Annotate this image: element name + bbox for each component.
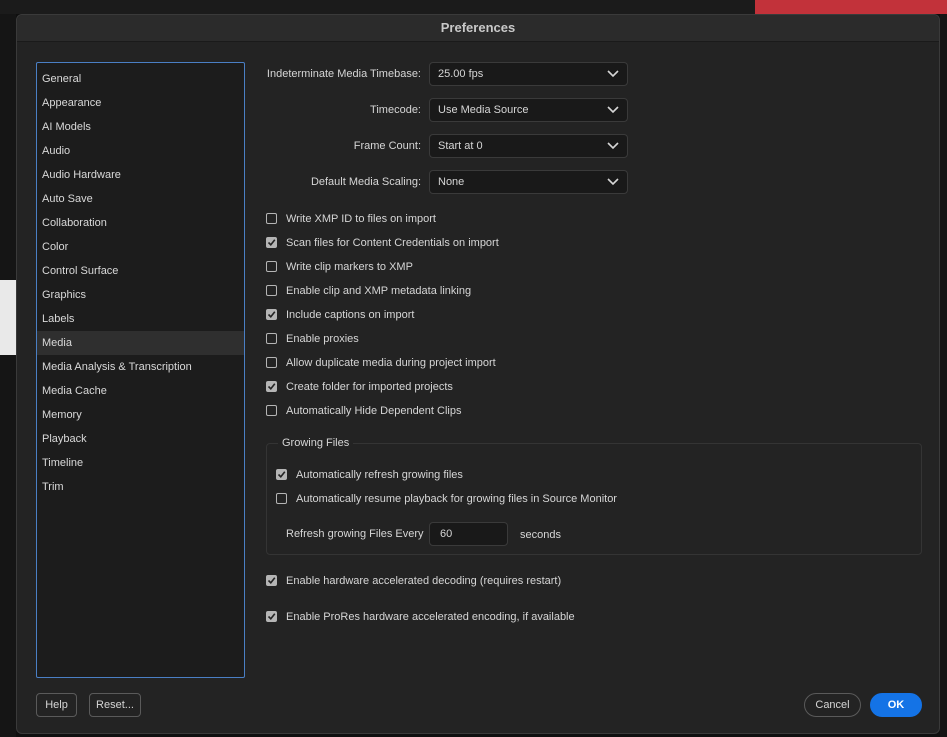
preferences-sidebar: General Appearance AI Models Audio Audio… (36, 62, 245, 678)
checkbox-label: Create folder for imported projects (286, 381, 453, 393)
checkbox-box[interactable] (266, 381, 277, 392)
sidebar-item-media-cache[interactable]: Media Cache (37, 379, 244, 403)
sidebar-item-audio-hardware[interactable]: Audio Hardware (37, 163, 244, 187)
timebase-label: Indeterminate Media Timebase: (266, 68, 421, 80)
checkbox-box[interactable] (276, 469, 287, 480)
preferences-dialog: Preferences General Appearance AI Models… (16, 14, 940, 734)
timecode-value: Use Media Source (438, 104, 529, 116)
refresh-interval-input[interactable]: 60 (429, 522, 508, 546)
checkbox-box[interactable] (266, 333, 277, 344)
timebase-value: 25.00 fps (438, 68, 484, 80)
sidebar-item-media-analysis[interactable]: Media Analysis & Transcription (37, 355, 244, 379)
checkbox-box[interactable] (266, 213, 277, 224)
checkmark-icon (267, 383, 276, 390)
checkbox-label: Enable ProRes hardware accelerated encod… (286, 611, 575, 623)
checkbox-label: Automatically refresh growing files (296, 469, 463, 481)
checkbox-box[interactable] (266, 611, 277, 622)
sidebar-item-graphics[interactable]: Graphics (37, 283, 244, 307)
sidebar-item-memory[interactable]: Memory (37, 403, 244, 427)
ok-button[interactable]: OK (870, 693, 922, 717)
dialog-title: Preferences (17, 15, 939, 42)
checkbox-label: Allow duplicate media during project imp… (286, 357, 496, 369)
sidebar-item-audio[interactable]: Audio (37, 139, 244, 163)
cancel-button[interactable]: Cancel (804, 693, 861, 717)
refresh-interval-label: Refresh growing Files Every (286, 528, 424, 540)
sidebar-item-auto-save[interactable]: Auto Save (37, 187, 244, 211)
checkbox-label: Write XMP ID to files on import (286, 213, 436, 225)
growing-files-title: Growing Files (278, 437, 354, 449)
checkbox-label: Automatically resume playback for growin… (296, 493, 617, 505)
chevron-down-icon (607, 178, 619, 186)
frame-count-value: Start at 0 (438, 140, 483, 152)
checkmark-icon (277, 471, 286, 478)
checkbox-label: Automatically Hide Dependent Clips (286, 405, 462, 417)
refresh-interval-unit: seconds (520, 529, 561, 541)
checkbox-box[interactable] (276, 493, 287, 504)
checkbox-label: Enable clip and XMP metadata linking (286, 285, 472, 297)
checkmark-icon (267, 577, 276, 584)
sidebar-item-playback[interactable]: Playback (37, 427, 244, 451)
timecode-label: Timecode: (370, 104, 421, 116)
background-app-red-panel (755, 0, 947, 14)
scaling-value: None (438, 176, 465, 188)
sidebar-item-color[interactable]: Color (37, 235, 244, 259)
sidebar-item-general[interactable]: General (37, 67, 244, 91)
scaling-select[interactable]: None (429, 170, 628, 194)
checkmark-icon (267, 239, 276, 246)
chevron-down-icon (607, 70, 619, 78)
checkbox-box[interactable] (266, 575, 277, 586)
background-app-right-edge (940, 14, 947, 737)
checkbox-box[interactable] (266, 357, 277, 368)
sidebar-item-ai-models[interactable]: AI Models (37, 115, 244, 139)
frame-count-label: Frame Count: (353, 140, 421, 152)
checkbox-label: Write clip markers to XMP (286, 261, 413, 273)
checkbox-box[interactable] (266, 285, 277, 296)
sidebar-item-control-surface[interactable]: Control Surface (37, 259, 244, 283)
checkbox-box[interactable] (266, 261, 277, 272)
scaling-label: Default Media Scaling: (310, 176, 421, 188)
sidebar-item-trim[interactable]: Trim (37, 475, 244, 499)
sidebar-item-media[interactable]: Media (37, 331, 244, 355)
checkmark-icon (267, 613, 276, 620)
checkbox-label: Enable proxies (286, 333, 359, 345)
checkbox-box[interactable] (266, 309, 277, 320)
background-app-left-edge (0, 14, 16, 737)
chevron-down-icon (607, 142, 619, 150)
reset-button[interactable]: Reset... (89, 693, 141, 717)
sidebar-item-collaboration[interactable]: Collaboration (37, 211, 244, 235)
checkmark-icon (267, 311, 276, 318)
sidebar-item-timeline[interactable]: Timeline (37, 451, 244, 475)
checkbox-label: Scan files for Content Credentials on im… (286, 237, 499, 249)
checkbox-label: Include captions on import (286, 309, 415, 321)
chevron-down-icon (607, 106, 619, 114)
help-button[interactable]: Help (36, 693, 77, 717)
checkbox-box[interactable] (266, 237, 277, 248)
checkbox-label: Enable hardware accelerated decoding (re… (286, 575, 562, 587)
background-app-thumbnail (0, 280, 16, 355)
sidebar-item-appearance[interactable]: Appearance (37, 91, 244, 115)
frame-count-select[interactable]: Start at 0 (429, 134, 628, 158)
checkbox-box[interactable] (266, 405, 277, 416)
timebase-select[interactable]: 25.00 fps (429, 62, 628, 86)
timecode-select[interactable]: Use Media Source (429, 98, 628, 122)
sidebar-item-labels[interactable]: Labels (37, 307, 244, 331)
